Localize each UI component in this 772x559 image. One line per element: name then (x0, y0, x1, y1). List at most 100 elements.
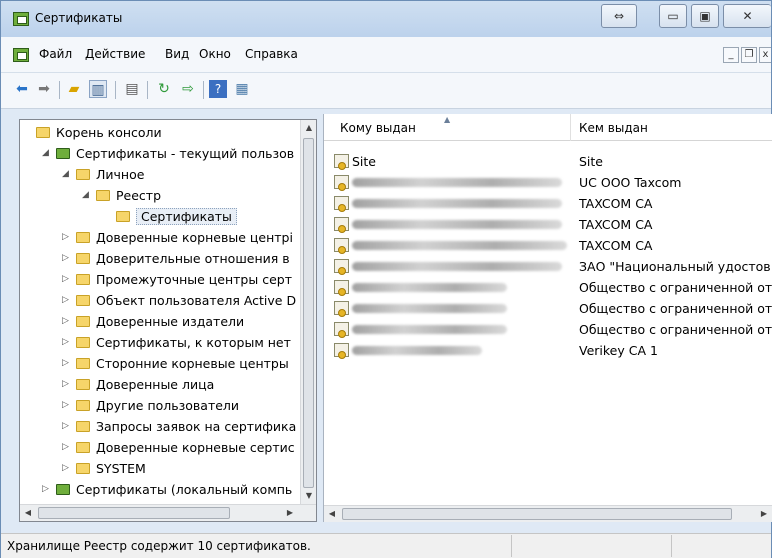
certificate-row[interactable]: Общество с ограниченной от (324, 298, 772, 319)
expand-arrow-icon[interactable]: ▷ (62, 416, 72, 437)
mdi-close-button[interactable]: x (759, 47, 771, 63)
scroll-left-icon[interactable]: ◀ (20, 505, 36, 521)
tree-horizontal-scrollbar[interactable]: ◀ ▶ (20, 504, 316, 521)
show-tree-icon[interactable]: ▥ (89, 80, 107, 98)
folder-icon (76, 379, 90, 390)
list-scroll-left-icon[interactable]: ◀ (324, 506, 340, 522)
expand-arrow-icon[interactable]: ▷ (62, 395, 72, 416)
expand-arrow-icon[interactable]: ▷ (62, 248, 72, 269)
issued-by-cell: UC OOO Taxcom (579, 175, 682, 190)
scroll-right-icon[interactable]: ▶ (282, 505, 298, 521)
tree-node[interactable]: Сертификаты (локальный компь (56, 479, 292, 500)
window-title: Сертификаты (35, 11, 123, 25)
folder-icon (76, 442, 90, 453)
tree-node[interactable]: Доверенные корневые сертис (76, 437, 295, 458)
expand-arrow-icon[interactable]: ◢ (62, 164, 72, 185)
expand-arrow-icon[interactable]: ◢ (82, 185, 92, 206)
mdi-restore-button[interactable]: ❐ (741, 47, 757, 63)
expand-arrow-icon[interactable]: ▷ (62, 353, 72, 374)
tree-scroll-thumb[interactable] (303, 138, 314, 488)
expand-arrow-icon[interactable]: ▷ (42, 479, 52, 500)
tree-node[interactable]: Сертификаты, к которым нет (76, 332, 291, 353)
certificate-list[interactable]: Кому выдан ▲ Кем выдан Site Site UC OOO Ta… (323, 114, 772, 522)
certificate-row[interactable]: ЗАО "Национальный удостов (324, 256, 772, 277)
tree-node[interactable]: Личное (76, 164, 144, 185)
expand-arrow-icon[interactable]: ▷ (62, 311, 72, 332)
certificate-row[interactable]: TAXCOM CA (324, 193, 772, 214)
tree-node-label: Сертификаты (136, 208, 237, 225)
close-button[interactable]: ✕ (723, 4, 771, 28)
title-bar: Сертификаты ⇔ ▭ ▣ ✕ (1, 1, 771, 37)
expand-arrow-icon[interactable]: ◢ (42, 143, 52, 164)
scroll-up-icon[interactable]: ▲ (301, 120, 316, 136)
minimize-button[interactable]: ▭ (659, 4, 687, 28)
expand-arrow-icon[interactable]: ▷ (62, 374, 72, 395)
tree-node-label: Доверительные отношения в (96, 251, 290, 266)
expand-arrow-icon[interactable]: ▷ (62, 458, 72, 479)
certificate-row[interactable]: Site Site (324, 151, 772, 172)
column-issued-by[interactable]: Кем выдан (579, 121, 648, 135)
mdi-minimize-button[interactable]: _ (723, 47, 739, 63)
scroll-down-icon[interactable]: ▼ (301, 488, 316, 504)
issued-by-cell: Общество с ограниченной от (579, 322, 772, 337)
tree-node-label: Доверенные корневые центрі (96, 230, 293, 245)
snap-arrows-icon[interactable]: ⇔ (601, 4, 637, 28)
certificate-row[interactable]: UC OOO Taxcom (324, 172, 772, 193)
certificate-row[interactable]: TAXCOM CA (324, 214, 772, 235)
console-tree[interactable]: Корень консоли ◢ Сертификаты - текущий пол… (19, 119, 317, 522)
tree-node[interactable]: SYSTEM (76, 458, 146, 479)
expand-arrow-icon[interactable]: ▷ (62, 269, 72, 290)
tree-node[interactable]: Доверенные издатели (76, 311, 244, 332)
issued-to-cell: Site (352, 154, 376, 169)
tree-node[interactable]: Промежуточные центры серт (76, 269, 292, 290)
forward-arrow-icon[interactable]: ➡ (35, 80, 53, 98)
properties-icon[interactable]: ▦ (233, 80, 251, 98)
tree-vertical-scrollbar[interactable]: ▲ ▼ (300, 120, 316, 504)
up-folder-icon[interactable]: ▰ (65, 80, 83, 98)
issued-by-cell: TAXCOM CA (579, 217, 653, 232)
tree-node[interactable]: Запросы заявок на сертифика (76, 416, 296, 437)
expand-arrow-icon[interactable]: ▷ (62, 437, 72, 458)
issued-by-cell: TAXCOM CA (579, 196, 653, 211)
tree-node-label: Объект пользователя Active D (96, 293, 297, 308)
list-horizontal-scrollbar[interactable]: ◀ ▶ (324, 505, 772, 522)
tree-node[interactable]: Доверенные лица (76, 374, 214, 395)
menu-view[interactable]: Вид (165, 47, 189, 61)
certificate-icon (334, 196, 349, 212)
certificate-row[interactable]: Общество с ограниченной от (324, 277, 772, 298)
certificate-row[interactable]: TAXCOM CA (324, 235, 772, 256)
list-hscroll-thumb[interactable] (342, 508, 732, 520)
certificate-row[interactable]: Общество с ограниченной от (324, 319, 772, 340)
certificate-row[interactable]: Verikey CA 1 (324, 340, 772, 361)
menu-help[interactable]: Справка (245, 47, 298, 61)
clipboard-icon[interactable]: ▤ (123, 80, 141, 98)
expand-arrow-icon[interactable]: ▷ (62, 332, 72, 353)
column-issued-to[interactable]: Кому выдан (340, 121, 416, 135)
tree-node[interactable]: Сторонние корневые центры (76, 353, 289, 374)
tree-node[interactable]: Корень консоли (36, 122, 162, 143)
certificate-icon (334, 175, 349, 191)
certificates-app-icon (13, 12, 29, 26)
refresh-icon[interactable]: ↻ (155, 80, 173, 98)
maximize-button[interactable]: ▣ (691, 4, 719, 28)
tree-node[interactable]: Сертификаты - текущий пользов (56, 143, 294, 164)
tree-node[interactable]: Доверительные отношения в (76, 248, 290, 269)
tree-node[interactable]: Другие пользователи (76, 395, 239, 416)
help-icon[interactable]: ? (209, 80, 227, 98)
tree-node[interactable]: Сертификаты (116, 206, 237, 227)
back-arrow-icon[interactable]: ⬅ (13, 80, 31, 98)
menu-file[interactable]: Файл (39, 47, 72, 61)
redacted-name (352, 325, 507, 334)
tree-node[interactable]: Реестр (96, 185, 161, 206)
list-scroll-right-icon[interactable]: ▶ (756, 506, 772, 522)
folder-icon (76, 421, 90, 432)
expand-arrow-icon[interactable]: ▷ (62, 290, 72, 311)
tree-node[interactable]: Объект пользователя Active D (76, 290, 296, 311)
menu-window[interactable]: Окно (199, 47, 231, 61)
expand-arrow-icon[interactable]: ▷ (62, 227, 72, 248)
export-list-icon[interactable]: ⇨ (179, 80, 197, 98)
tree-hscroll-thumb[interactable] (38, 507, 230, 519)
menu-action[interactable]: Действие (85, 47, 145, 61)
certificate-icon (334, 217, 349, 233)
tree-node[interactable]: Доверенные корневые центрі (76, 227, 293, 248)
